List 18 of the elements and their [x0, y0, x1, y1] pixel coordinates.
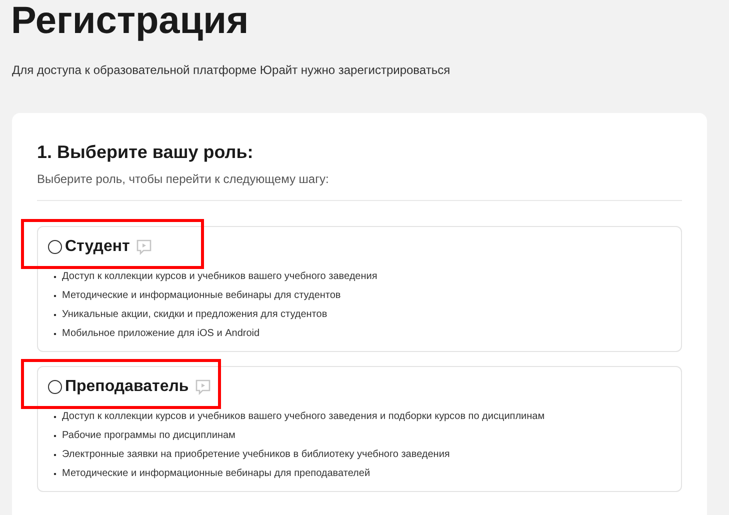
feature-text: Рабочие программы по дисциплинам — [62, 429, 236, 443]
feature-text: Методические и информационные вебинары для преподавателей — [62, 467, 370, 481]
feature-text: Методические и информационные вебинары для студентов — [62, 289, 341, 303]
page-subtitle: Для доступа к образовательной платформе Юрайт нужно зарегистрироваться — [12, 62, 452, 79]
feature-text: Мобильное приложение для iOS и Android — [62, 327, 260, 341]
feature-text: Электронные заявки на приобретение учебников в библиотеку учебного заведения — [62, 448, 450, 462]
video-chat-icon — [194, 379, 211, 395]
role-title: Студент — [65, 237, 130, 257]
role-radio[interactable] — [48, 380, 62, 394]
feature-text: Доступ к коллекции курсов и учебников вашего учебного заведения — [62, 270, 378, 284]
step-heading: 1. Выберите вашу роль: — [37, 141, 254, 163]
feature-text: Доступ к коллекции курсов и учебников вашего учебного заведения и подборки курсов по дисциплинам — [62, 410, 545, 424]
step-hint: Выберите роль, чтобы перейти к следующему шагу: — [37, 171, 330, 188]
video-chat-icon — [136, 239, 152, 255]
role-radio[interactable] — [48, 240, 62, 254]
page-title: Регистрация — [11, 0, 250, 41]
feature-text: Уникальные акции, скидки и предложения для студентов — [62, 308, 328, 322]
role-title: Преподаватель — [65, 377, 189, 397]
